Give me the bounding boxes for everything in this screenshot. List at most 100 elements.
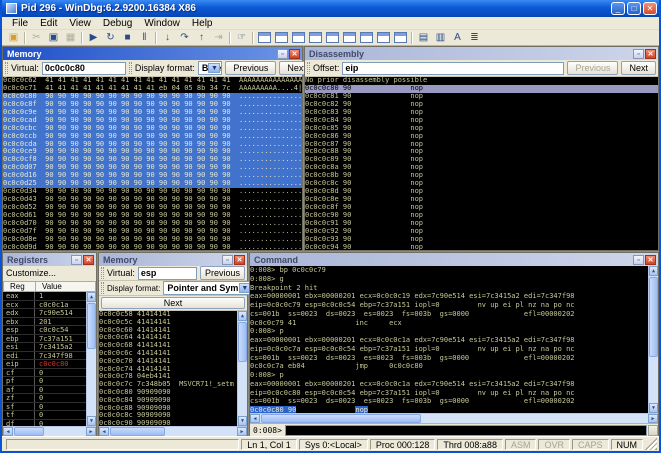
step-out-icon[interactable]: ↑	[193, 31, 210, 45]
register-row[interactable]: zf 0	[3, 394, 96, 403]
open-processes-window-icon[interactable]	[394, 32, 407, 43]
restart-icon[interactable]: ↻	[102, 31, 119, 45]
register-row[interactable]: eip c0c0c80	[3, 360, 96, 369]
command-line[interactable]: eip=0c0c0c79 esp=0c0c0c54 ebp=7c37a151 i…	[250, 301, 658, 310]
menu-debug[interactable]: Debug	[97, 18, 138, 29]
scroll-up-icon[interactable]: ▲	[649, 266, 658, 276]
memory1-close-icon[interactable]: ✕	[289, 48, 300, 59]
registers-table[interactable]: eax 1 ecx c0c0c1a edx 7c90e514 ebx 201 esp c0c0c5…	[3, 292, 96, 426]
command-line[interactable]: 0:008> p	[250, 371, 658, 380]
insert-remove-breakpoint-icon[interactable]: ☞	[233, 31, 250, 45]
registers-dock-icon[interactable]: ▫	[71, 254, 82, 265]
command-line[interactable]: eax=00000001 ebx=00000201 ecx=0c0c0c1a e…	[250, 380, 658, 389]
disassembly-row[interactable]: 0c0c0c94 90 nop	[305, 243, 658, 250]
open-source-file-icon[interactable]: ▣	[5, 31, 22, 45]
memory1-content[interactable]: 0c0c0c62 41 41 41 41 41 41 41 41 41 41 4…	[3, 77, 302, 250]
scroll-left-icon[interactable]: ◄	[250, 414, 260, 423]
scroll-right-icon[interactable]: ►	[237, 427, 247, 436]
command-line[interactable]: eip=0c0c0c7a esp=0c0c0c54 ebp=7c37a151 i…	[250, 345, 658, 354]
scrollbar-thumb[interactable]	[238, 322, 247, 362]
chevron-down-icon[interactable]: ▼	[208, 63, 221, 73]
command-line[interactable]: 0:008> g	[250, 275, 658, 284]
register-row[interactable]: sf 0	[3, 402, 96, 411]
scroll-left-icon[interactable]: ◄	[99, 427, 109, 436]
command-vscrollbar[interactable]: ▲ ▼	[648, 266, 658, 413]
break-icon[interactable]: ‖	[136, 31, 153, 45]
register-row[interactable]: ecx c0c0c1a	[3, 300, 96, 309]
open-call-stack-window-icon[interactable]	[343, 32, 356, 43]
source-mode-toggle-icon[interactable]: ▤	[415, 31, 432, 45]
disassembly-close-icon[interactable]: ✕	[645, 48, 656, 59]
memory2-previous-button[interactable]: Previous	[199, 266, 245, 280]
titlebar[interactable]: Pid 296 - WinDbg:6.2.9200.16384 X86 _ □ …	[2, 0, 659, 17]
disassembly-content[interactable]: No prior disassembly possible 0c0c0c80 90…	[305, 77, 658, 250]
registers-customize-button[interactable]: Customize...	[3, 266, 96, 281]
disassembly-next-button[interactable]: Next	[621, 61, 656, 75]
memory1-dock-icon[interactable]: ▫	[277, 48, 288, 59]
memory2-dock-icon[interactable]: ▫	[222, 254, 233, 265]
command-line[interactable]: 0:008> p	[250, 327, 658, 336]
command-input[interactable]	[284, 424, 647, 436]
scroll-up-icon[interactable]: ▲	[87, 292, 96, 302]
open-scratch-pad-window-icon[interactable]	[377, 32, 390, 43]
close-button[interactable]: ✕	[643, 2, 657, 15]
step-into-icon[interactable]: ↓	[159, 31, 176, 45]
register-row[interactable]: esi 7c3415a2	[3, 343, 96, 352]
register-row[interactable]: esp c0c0c54	[3, 326, 96, 335]
disassembly-previous-button[interactable]: Previous	[567, 61, 619, 75]
register-row[interactable]: ebp 7c37a151	[3, 334, 96, 343]
command-line[interactable]: 0c0c0c79 41 inc ecx	[250, 319, 658, 328]
scrollbar-thumb[interactable]	[87, 303, 96, 349]
minimize-button[interactable]: _	[611, 2, 625, 15]
command-hscrollbar[interactable]: ◄ ►	[250, 413, 658, 423]
number-format-icon[interactable]: ▥	[432, 31, 449, 45]
registers-close-icon[interactable]: ✕	[83, 254, 94, 265]
register-row[interactable]: edx 7c90e514	[3, 309, 96, 318]
menu-view[interactable]: View	[63, 18, 97, 29]
command-dock-icon[interactable]: ▫	[633, 254, 644, 265]
maximize-button[interactable]: □	[627, 2, 641, 15]
command-line[interactable]: 0c0c0c7a eb04 jmp 0c0c0c80	[250, 362, 658, 371]
disassembly-offset-input[interactable]	[342, 61, 565, 75]
menu-file[interactable]: File	[6, 18, 34, 29]
registers-hscrollbar[interactable]: ◄ ►	[3, 426, 96, 436]
step-over-icon[interactable]: ↷	[176, 31, 193, 45]
memory1-titlebar[interactable]: Memory ▫ ✕	[3, 47, 302, 60]
command-line[interactable]: cs=001b ss=0023 ds=0023 es=0023 fs=003b …	[250, 354, 658, 363]
memory2-titlebar[interactable]: Memory ▫ ✕	[99, 253, 247, 266]
register-row[interactable]: pf 0	[3, 377, 96, 386]
scrollbar-thumb[interactable]	[261, 414, 421, 423]
disassembly-dock-icon[interactable]: ▫	[633, 48, 644, 59]
memory-row[interactable]: 0c0c0d9d 90 90 90 90 90 90 90 90 90 90 9…	[3, 243, 302, 250]
memory2-vscrollbar[interactable]: ▲ ▼	[237, 311, 247, 426]
memory2-format-select[interactable]: Pointer and Symbol ▼	[163, 281, 253, 295]
scroll-right-icon[interactable]: ►	[86, 427, 96, 436]
register-row[interactable]: eax 1	[3, 292, 96, 301]
register-row[interactable]: cf 0	[3, 368, 96, 377]
scroll-left-icon[interactable]: ◄	[3, 427, 13, 436]
open-locals-window-icon[interactable]	[292, 32, 305, 43]
memory1-format-select[interactable]: Byte ▼	[197, 61, 223, 75]
menu-edit[interactable]: Edit	[34, 18, 63, 29]
scroll-right-icon[interactable]: ►	[648, 414, 658, 423]
disassembly-titlebar[interactable]: Disassembly ▫ ✕	[305, 47, 658, 60]
command-output[interactable]: 0:008> bp 0c0c0c79 0:008> g Breakpoint 2 h…	[250, 266, 658, 413]
open-memory-window-icon[interactable]	[326, 32, 339, 43]
memory1-previous-button[interactable]: Previous	[225, 61, 277, 75]
command-line[interactable]: 0:008> bp 0c0c0c79	[250, 266, 658, 275]
register-row[interactable]: af 0	[3, 385, 96, 394]
options-button-icon[interactable]: ≣	[466, 31, 483, 45]
command-scroll-button[interactable]	[648, 424, 658, 436]
registers-vscrollbar[interactable]: ▲ ▼	[86, 292, 96, 426]
scroll-down-icon[interactable]: ▼	[238, 416, 247, 426]
scroll-up-icon[interactable]: ▲	[238, 311, 247, 321]
registers-col-reg[interactable]: Reg	[4, 282, 36, 291]
command-close-icon[interactable]: ✕	[645, 254, 656, 265]
font-button-icon[interactable]: A	[449, 31, 466, 45]
open-registers-window-icon[interactable]	[309, 32, 322, 43]
scrollbar-thumb[interactable]	[110, 427, 165, 436]
command-line[interactable]: eax=00000001 ebx=00000201 ecx=0c0c0c1a e…	[250, 336, 658, 345]
memory2-content[interactable]: 0c0c0c58 41414141 0c0c0c5c 41414141 0c0c0c…	[99, 311, 247, 426]
menu-help[interactable]: Help	[186, 18, 219, 29]
registers-col-value[interactable]: Value	[36, 282, 62, 291]
